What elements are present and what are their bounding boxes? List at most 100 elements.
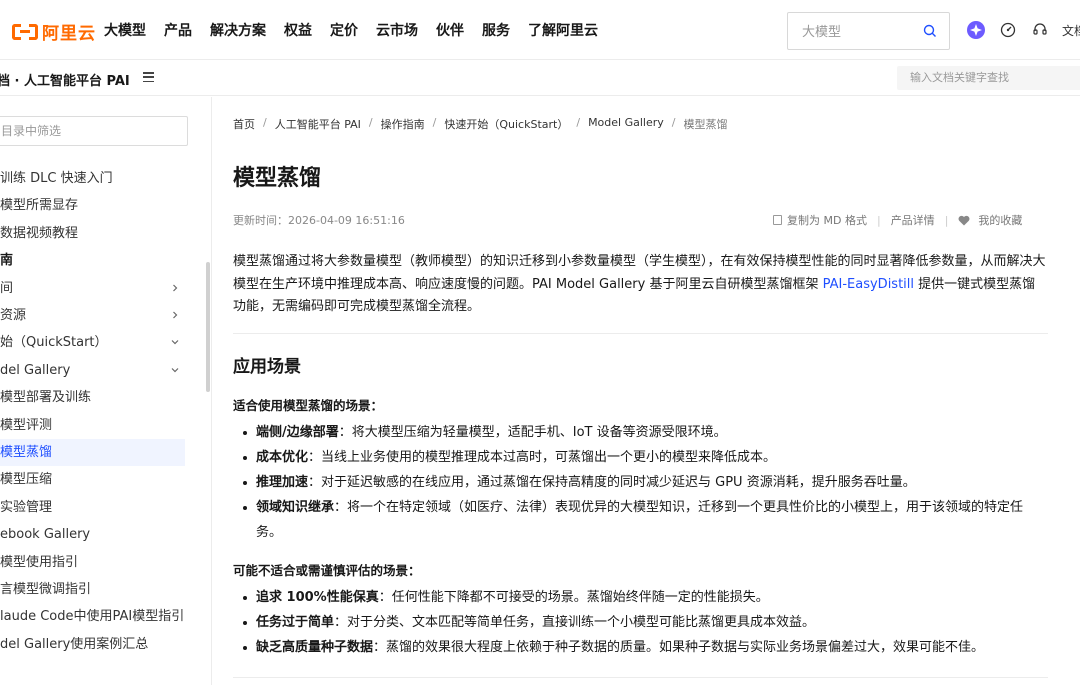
list-item: 端侧/边缘部署：将大模型压缩为轻量模型，适配手机、IoT 设备等资源受限环境。: [241, 420, 1048, 445]
breadcrumb-guide[interactable]: 操作指南: [381, 116, 425, 132]
suitable-heading: 适合使用模型蒸馏的场景：: [233, 398, 384, 413]
divider: [233, 333, 1048, 334]
search-icon[interactable]: [923, 24, 937, 38]
breadcrumb: 首页 / 人工智能平台 PAI / 操作指南 / 快速开始（QuickStart） / …: [233, 116, 728, 132]
sidebar-item[interactable]: 训练 DLC 快速入门: [0, 165, 185, 192]
intro-paragraph: 模型蒸馏通过将大参数量模型（教师模型）的知识迁移到小参数量模型（学生模型），在有…: [233, 254, 1046, 314]
nav-item-pricing[interactable]: 定价: [330, 20, 358, 40]
list-item-desc: ：将大模型压缩为轻量模型，适配手机、IoT 设备等资源受限环境。: [338, 425, 727, 440]
list-item-desc: ：当线上业务使用的模型推理成本过高时，可蒸馏出一个更小的模型来降低成本。: [308, 450, 777, 465]
heart-icon[interactable]: [958, 215, 970, 226]
nav-item-partners[interactable]: 伙伴: [436, 20, 464, 40]
list-item-desc: ：对于分类、文本匹配等简单任务，直接训练一个小模型可能比蒸馏更具成本效益。: [334, 615, 816, 630]
breadcrumb-model-gallery[interactable]: Model Gallery: [588, 116, 664, 132]
sidebar-item[interactable]: 始（QuickStart）: [0, 329, 185, 356]
sidebar-item[interactable]: 模型压缩: [0, 466, 185, 493]
doc-sidebar: 训练 DLC 快速入门模型所需显存数据视频教程南间资源始（QuickStart）…: [0, 97, 212, 685]
top-navigation: 阿里云 大模型 产品 解决方案 权益 定价 云市场 伙伴 服务 了解阿里云 大模…: [0, 0, 1080, 60]
easydistill-link[interactable]: PAI-EasyDistill: [823, 277, 914, 292]
sidebar-item[interactable]: 资源: [0, 302, 185, 329]
sidebar-item-label: 训练 DLC 快速入门: [0, 171, 113, 186]
docs-link[interactable]: 文档: [1062, 22, 1080, 39]
sidebar-item[interactable]: 模型蒸馏: [0, 439, 185, 466]
aliyun-logo[interactable]: 阿里云: [12, 19, 96, 44]
list-item-term: 追求 100%性能保真: [256, 590, 379, 605]
sidebar-item[interactable]: 间: [0, 275, 185, 302]
nav-item-about[interactable]: 了解阿里云: [528, 20, 598, 40]
console-icon[interactable]: [998, 20, 1018, 40]
doc-subbar: 档 · 人工智能平台 PAI: [0, 60, 1080, 96]
menu-icon[interactable]: [143, 72, 154, 83]
page-actions: 复制为 MD 格式 | 产品详情 | 我的收藏: [773, 212, 1022, 228]
list-item-term: 推理加速: [256, 475, 309, 490]
sidebar-item[interactable]: del Gallery: [0, 357, 185, 384]
sidebar-item-label: 南: [0, 253, 14, 269]
suitable-list: 端侧/边缘部署：将大模型压缩为轻量模型，适配手机、IoT 设备等资源受限环境。成…: [241, 420, 1048, 545]
global-search: [787, 12, 950, 50]
chevron-right-icon[interactable]: [171, 311, 179, 319]
sidebar-item-label: del Gallery使用案例汇总: [0, 636, 149, 652]
list-item-term: 成本优化: [256, 450, 309, 465]
page-title: 模型蒸馏: [233, 166, 322, 191]
search-input[interactable]: [788, 13, 908, 49]
sidebar-item-label: 数据视频教程: [0, 225, 79, 241]
brand-name: 阿里云: [42, 24, 96, 44]
toc-filter: [0, 116, 188, 146]
chevron-down-icon[interactable]: [171, 366, 179, 374]
list-item-term: 端侧/边缘部署: [256, 425, 339, 440]
list-item-desc: ：将一个在特定领域（如医疗、法律）表现优异的大模型知识，迁移到一个更具性价比的小…: [256, 500, 1024, 540]
list-item-desc: ：对于延迟敏感的在线应用，通过蒸馏在保持高精度的同时减少延迟与 GPU 资源消耗…: [308, 475, 916, 490]
sidebar-scrollbar[interactable]: [206, 262, 210, 392]
doc-search: [897, 66, 1080, 90]
sidebar-item[interactable]: 南: [0, 247, 185, 274]
toc-filter-input[interactable]: [0, 117, 181, 145]
support-icon[interactable]: [1030, 20, 1050, 40]
doc-search-input[interactable]: [897, 66, 1077, 90]
sidebar-item-label: laude Code中使用PAI模型指引: [0, 609, 185, 625]
list-item: 推理加速：对于延迟敏感的在线应用，通过蒸馏在保持高精度的同时减少延迟与 GPU …: [241, 470, 1048, 495]
sidebar-item[interactable]: 模型使用指引: [0, 549, 185, 576]
sidebar-item[interactable]: 模型评测: [0, 412, 185, 439]
nav-item-llm[interactable]: 大模型: [104, 20, 146, 40]
list-item: 任务过于简单：对于分类、文本匹配等简单任务，直接训练一个小模型可能比蒸馏更具成本…: [241, 610, 1048, 635]
breadcrumb-home[interactable]: 首页: [233, 116, 255, 132]
sidebar-item[interactable]: 模型部署及训练: [0, 384, 185, 411]
ai-assistant-icon[interactable]: [966, 20, 986, 40]
list-item-term: 任务过于简单: [256, 615, 335, 630]
sidebar-item-label: 模型所需显存: [0, 198, 79, 214]
nav-item-solutions[interactable]: 解决方案: [210, 20, 266, 40]
sidebar-item[interactable]: del Gallery使用案例汇总: [0, 631, 185, 658]
nav-item-products[interactable]: 产品: [164, 20, 192, 40]
breadcrumb-pai[interactable]: 人工智能平台 PAI: [275, 116, 361, 132]
chevron-down-icon[interactable]: [171, 338, 179, 346]
doc-product-title[interactable]: 档 · 人工智能平台 PAI: [0, 70, 130, 89]
copy-md-button[interactable]: 复制为 MD 格式: [787, 212, 867, 228]
copy-icon: [773, 215, 782, 225]
sidebar-item-label: 资源: [0, 308, 27, 323]
list-item-desc: ：任何性能下降都不可接受的场景。蒸馏始终伴随一定的性能损失。: [378, 590, 769, 605]
chevron-right-icon[interactable]: [171, 284, 179, 292]
sidebar-item[interactable]: 模型所需显存: [0, 192, 185, 219]
sidebar-item-label: 模型蒸馏: [0, 445, 53, 460]
product-detail-link[interactable]: 产品详情: [891, 212, 935, 228]
breadcrumb-current: 模型蒸馏: [683, 118, 728, 131]
my-favorites-link[interactable]: 我的收藏: [978, 212, 1022, 228]
list-item: 成本优化：当线上业务使用的模型推理成本过高时，可蒸馏出一个更小的模型来降低成本。: [241, 445, 1048, 470]
breadcrumb-quickstart[interactable]: 快速开始（QuickStart）: [444, 116, 568, 132]
sidebar-item[interactable]: 实验管理: [0, 494, 185, 521]
sidebar-item-label: ebook Gallery: [0, 527, 91, 543]
sidebar-item-label: 始（QuickStart）: [0, 335, 108, 351]
sidebar-item-label: 实验管理: [0, 499, 53, 515]
nav-item-benefits[interactable]: 权益: [284, 20, 312, 40]
nav-item-marketplace[interactable]: 云市场: [376, 20, 418, 40]
sidebar-item[interactable]: 言模型微调指引: [0, 576, 185, 603]
section-heading-scenarios: 应用场景: [233, 357, 301, 377]
sidebar-item[interactable]: laude Code中使用PAI模型指引: [0, 603, 185, 630]
sidebar-item[interactable]: ebook Gallery: [0, 521, 185, 548]
nav-item-services[interactable]: 服务: [482, 20, 510, 40]
sidebar-item-label: 模型部署及训练: [0, 390, 92, 406]
sidebar-item[interactable]: 数据视频教程: [0, 220, 185, 247]
unsuitable-heading: 可能不适合或需谨慎评估的场景：: [233, 563, 421, 578]
list-item-term: 领域知识继承: [256, 500, 335, 515]
sidebar-item-label: 模型压缩: [0, 472, 53, 488]
